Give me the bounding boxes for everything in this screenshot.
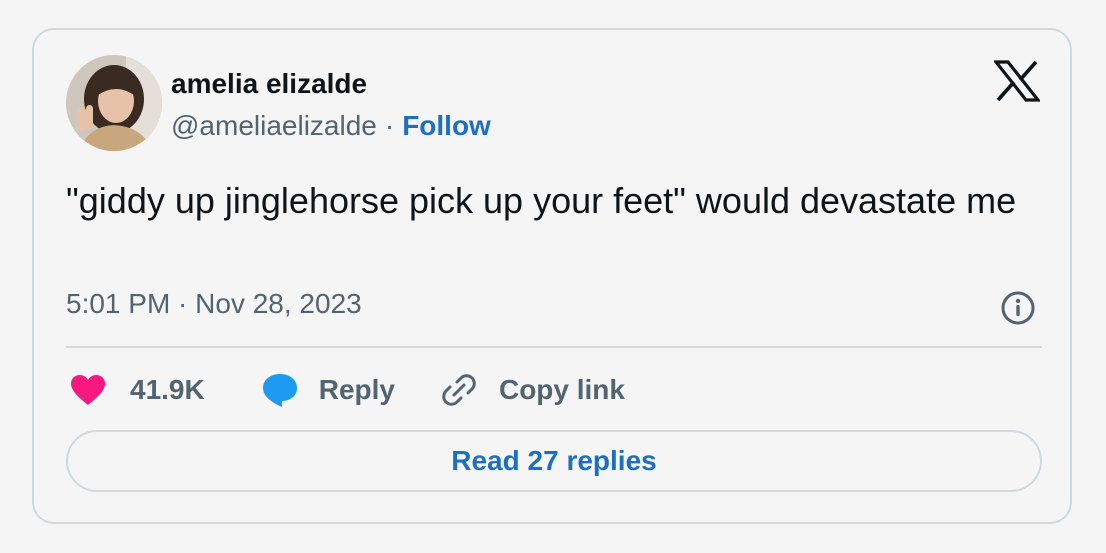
heart-icon	[71, 375, 105, 405]
tweet-embed-card: amelia elizalde @ameliaelizalde · Follow "…	[32, 28, 1072, 524]
action-bar: 41.9K Reply Copy link	[70, 368, 625, 412]
author-handle[interactable]: @ameliaelizalde	[171, 110, 377, 141]
handle-separator: ·	[384, 110, 395, 141]
author-handle-line: @ameliaelizalde · Follow	[171, 110, 491, 142]
tweet-text: "giddy up jinglehorse pick up your feet"…	[66, 180, 1017, 221]
like-count: 41.9K	[130, 374, 205, 405]
read-replies-button[interactable]: Read 27 replies	[66, 430, 1042, 492]
avatar-photo	[66, 55, 162, 151]
x-logo-icon[interactable]	[992, 60, 1042, 102]
link-icon	[442, 374, 476, 406]
copy-link-label: Copy link	[498, 374, 625, 405]
copy-link-button[interactable]: Copy link	[441, 372, 625, 408]
reply-label: Reply	[318, 374, 395, 405]
read-replies-label: Read 27 replies	[451, 445, 657, 476]
info-icon[interactable]	[1000, 290, 1036, 326]
author-name[interactable]: amelia elizalde	[171, 68, 367, 100]
author-avatar[interactable]	[66, 55, 162, 151]
reply-button[interactable]: Reply	[261, 372, 395, 408]
tweet-timestamp[interactable]: 5:01 PM · Nov 28, 2023	[66, 288, 362, 320]
like-button[interactable]: 41.9K	[70, 374, 205, 406]
reply-bubble-icon	[262, 374, 297, 407]
follow-button[interactable]: Follow	[402, 110, 491, 141]
divider	[66, 346, 1042, 348]
